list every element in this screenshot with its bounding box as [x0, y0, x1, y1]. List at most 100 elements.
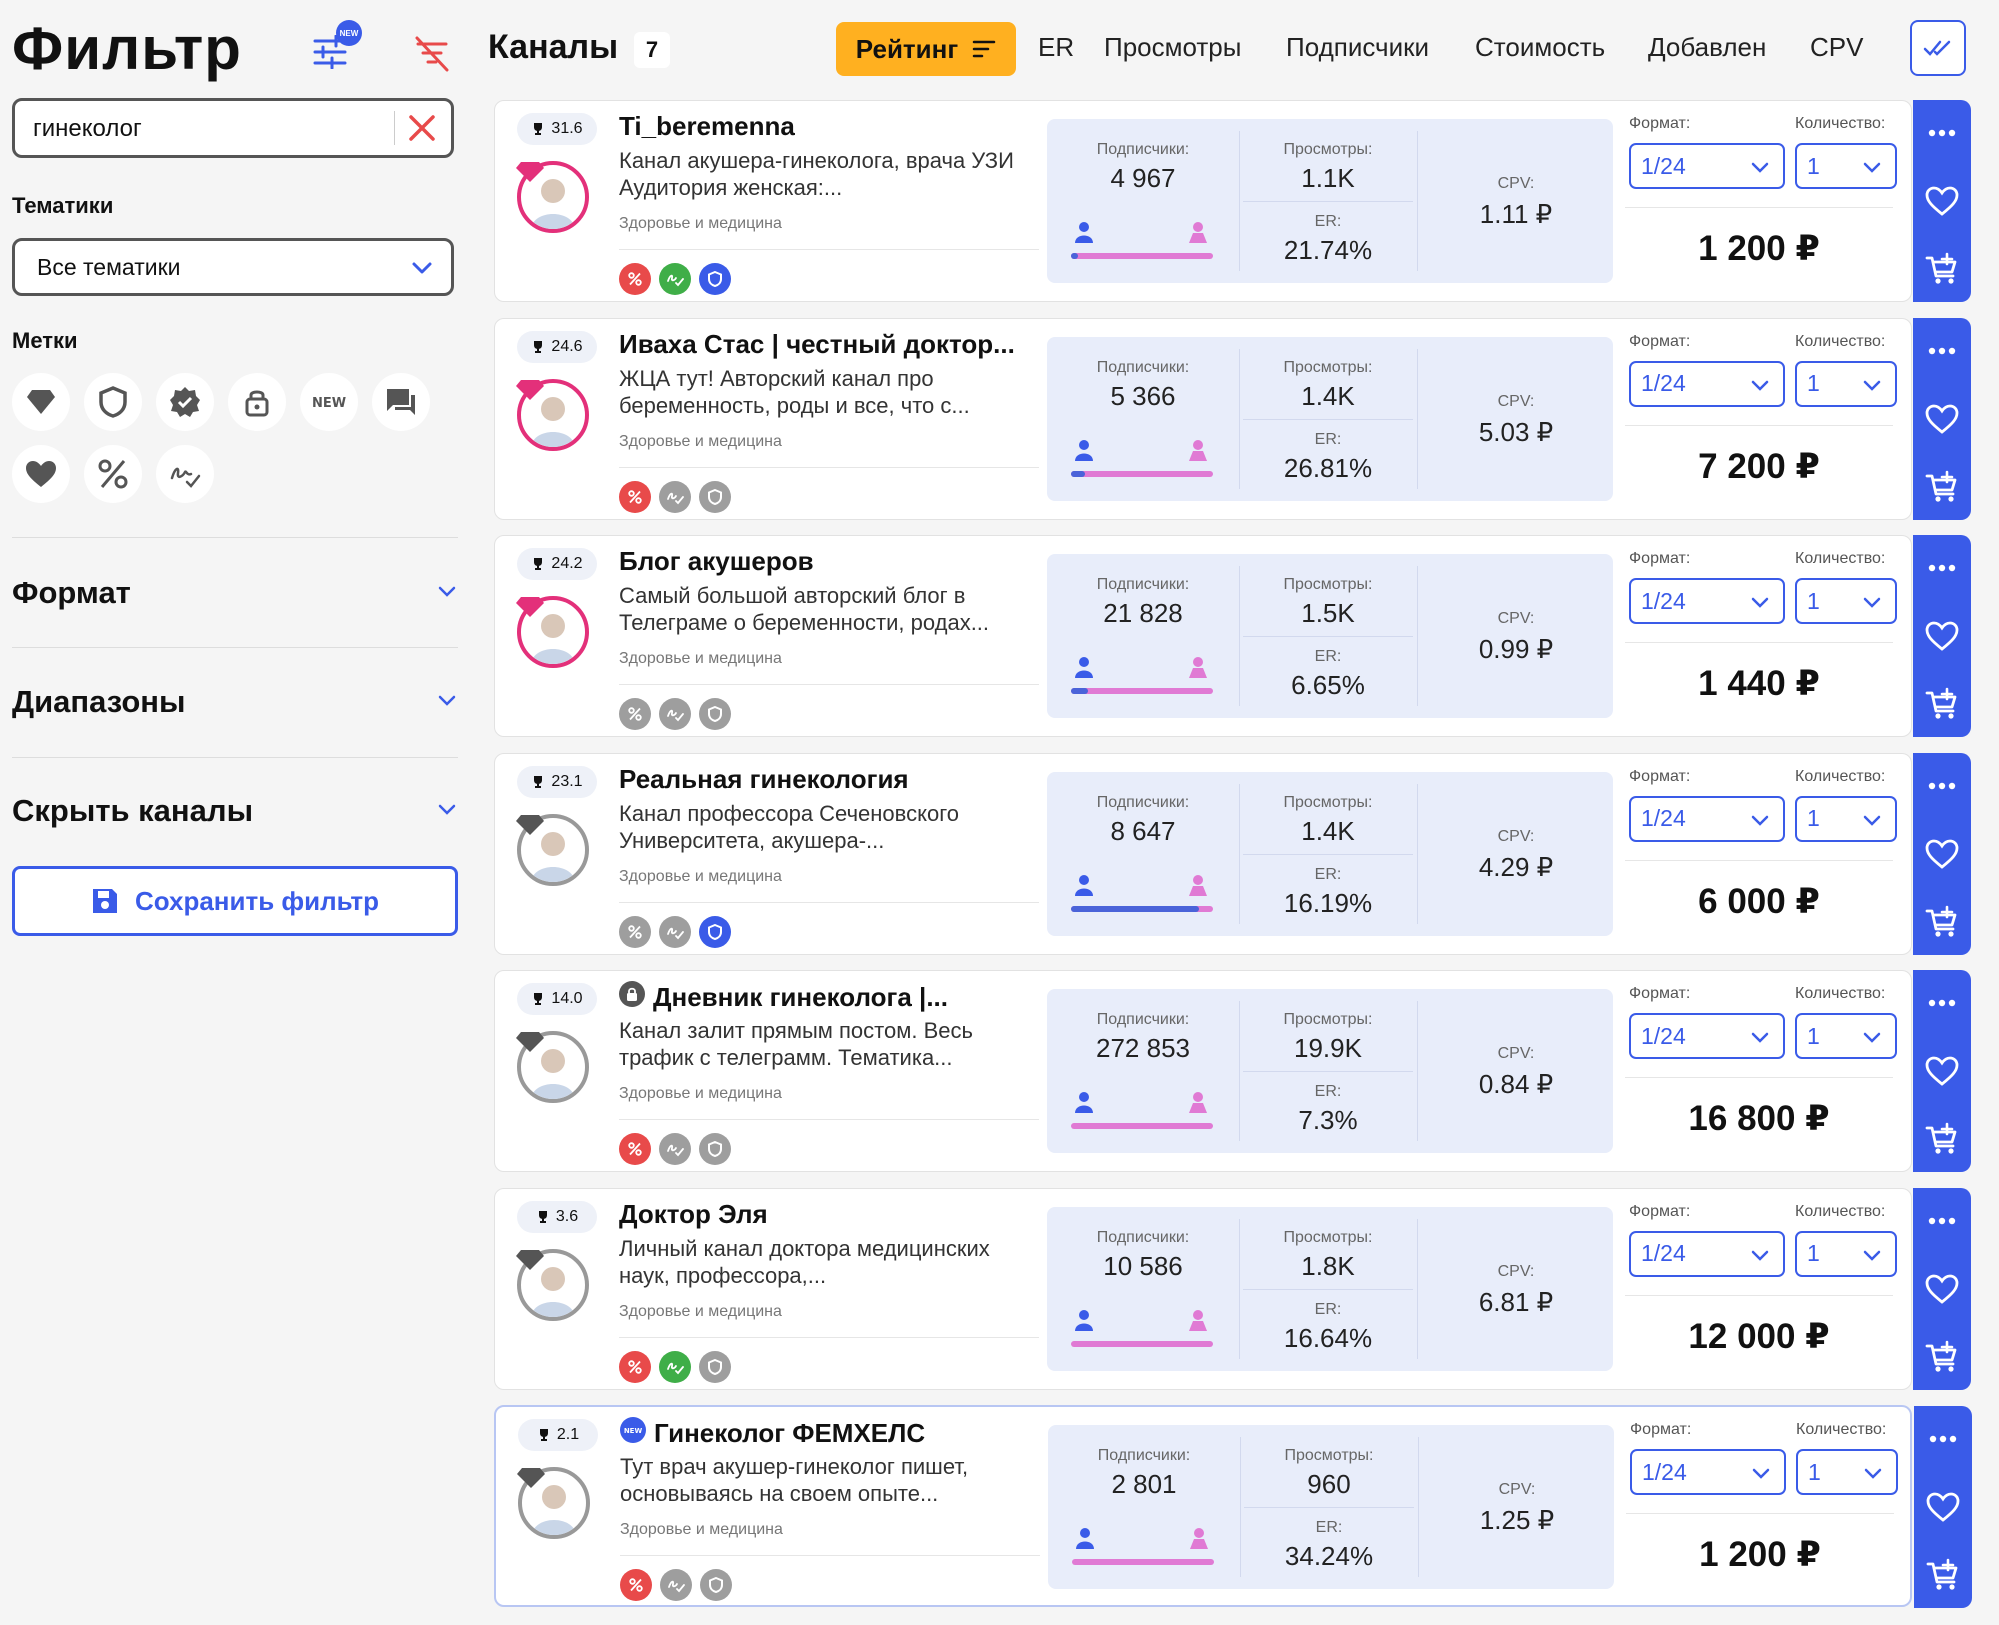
more-button[interactable]: [1913, 974, 1971, 1032]
sort-cpv-link[interactable]: CPV: [1810, 32, 1863, 63]
channel-name[interactable]: Реальная гинекология: [619, 764, 1034, 795]
mark-new-tag[interactable]: NEW: [300, 373, 358, 431]
channel-name[interactable]: Дневник гинеколога |...: [619, 981, 1034, 1014]
favorite-button[interactable]: [1913, 172, 1971, 230]
filter-settings-button[interactable]: NEW: [308, 20, 362, 74]
format-select[interactable]: 1/24: [1629, 360, 1785, 407]
add-to-cart-button[interactable]: [1913, 1110, 1971, 1168]
chevron-down-icon: [1751, 1032, 1769, 1043]
quantity-select[interactable]: 1: [1795, 360, 1897, 407]
add-to-cart-button[interactable]: [1913, 458, 1971, 516]
add-to-cart-button[interactable]: [1913, 240, 1971, 298]
add-to-cart-button[interactable]: [1913, 1328, 1971, 1386]
more-button[interactable]: [1913, 757, 1971, 815]
channel-topic: Здоровье и медицина: [619, 215, 782, 232]
channel-card[interactable]: 3.6 Доктор Эля Личный канал доктора меди…: [494, 1187, 1971, 1390]
rating-badge: 31.6: [517, 113, 597, 145]
heart-icon: [1925, 1056, 1959, 1086]
sort-er-link[interactable]: ER: [1038, 32, 1074, 63]
quantity-select[interactable]: 1: [1795, 1230, 1897, 1277]
favorite-button[interactable]: [1913, 825, 1971, 883]
quantity-select[interactable]: 1: [1795, 143, 1897, 189]
mark-liked-tag[interactable]: [12, 445, 70, 503]
more-button[interactable]: [1913, 1192, 1971, 1250]
format-select[interactable]: 1/24: [1629, 1230, 1785, 1277]
shield-mark-icon: [699, 263, 731, 295]
more-button[interactable]: [1913, 539, 1971, 597]
quantity-select[interactable]: 1: [1795, 578, 1897, 624]
mark-verified-tag[interactable]: [84, 373, 142, 431]
favorite-button[interactable]: [1914, 1478, 1972, 1536]
channel-name[interactable]: Доктор Эля: [619, 1199, 1034, 1230]
quantity-select[interactable]: 1: [1796, 1449, 1898, 1495]
channel-description: ЖЦА тут! Авторский канал про беременност…: [619, 365, 970, 418]
format-accordion[interactable]: Формат: [12, 575, 458, 611]
more-button[interactable]: [1913, 104, 1971, 162]
channel-card[interactable]: 31.6 Ti_beremenna Канал акушера-гинеколо…: [494, 100, 1971, 302]
cart-plus-icon: [1925, 905, 1957, 937]
channel-name[interactable]: NEW Гинеколог ФЕМХЕЛС: [620, 1417, 1035, 1450]
chat-icon: [387, 389, 415, 415]
sort-subscribers-link[interactable]: Подписчики: [1286, 32, 1429, 63]
topics-select[interactable]: Все тематики: [12, 238, 454, 296]
favorite-button[interactable]: [1913, 1260, 1971, 1318]
channel-name[interactable]: Блог акушеров: [619, 546, 1034, 577]
gender-bar: [1072, 1559, 1214, 1565]
signature-mark-icon: [659, 1133, 691, 1165]
male-icon: [1075, 874, 1093, 896]
mark-signed-tag[interactable]: [156, 445, 214, 503]
sort-cost-link[interactable]: Стоимость: [1475, 32, 1605, 63]
cart-plus-icon: [1925, 1340, 1957, 1372]
subscribers-label: Подписчики:: [1097, 1447, 1191, 1464]
channel-card[interactable]: 2.1 NEW Гинеколог ФЕМХЕЛС Тут врач акуше…: [494, 1405, 1972, 1608]
clear-filter-button[interactable]: [410, 32, 454, 76]
format-value: 1/24: [1641, 152, 1686, 179]
favorite-button[interactable]: [1913, 1042, 1971, 1100]
mark-private-tag[interactable]: [228, 373, 286, 431]
more-button[interactable]: [1914, 1410, 1972, 1468]
more-button[interactable]: [1913, 322, 1971, 380]
channel-card[interactable]: 14.0 Дневник гинеколога |... Канал залит…: [494, 970, 1971, 1172]
format-select[interactable]: 1/24: [1630, 1449, 1786, 1495]
card-actions: [1913, 317, 1971, 520]
search-input[interactable]: [31, 101, 395, 157]
mark-discount-tag[interactable]: [84, 445, 142, 503]
quantity-select[interactable]: 1: [1795, 795, 1897, 842]
quantity-value: 1: [1807, 370, 1820, 396]
sort-added-link[interactable]: Добавлен: [1648, 32, 1766, 63]
search-field[interactable]: [12, 98, 454, 158]
mark-chat-tag[interactable]: [372, 373, 430, 431]
male-icon: [1075, 1092, 1093, 1113]
quantity-select[interactable]: 1: [1795, 1013, 1897, 1059]
format-select[interactable]: 1/24: [1629, 578, 1785, 624]
save-filter-button[interactable]: Сохранить фильтр: [12, 866, 458, 936]
mark-favorite-tag[interactable]: [12, 373, 70, 431]
channel-card[interactable]: 23.1 Реальная гинекология Канал профессо…: [494, 752, 1971, 955]
sort-rating-button[interactable]: Рейтинг: [836, 22, 1016, 76]
format-value: 1/24: [1641, 1022, 1686, 1049]
format-select[interactable]: 1/24: [1629, 143, 1785, 189]
select-all-button[interactable]: [1910, 20, 1966, 76]
favorite-button[interactable]: [1913, 607, 1971, 665]
favorite-button[interactable]: [1913, 390, 1971, 448]
add-to-cart-button[interactable]: [1913, 893, 1971, 951]
channel-card[interactable]: 24.2 Блог акушеров Самый большой авторск…: [494, 535, 1971, 737]
channel-name[interactable]: Иваха Стас | честный доктор...: [619, 329, 1034, 360]
hide-channels-accordion[interactable]: Скрыть каналы: [12, 793, 458, 829]
mark-checked-tag[interactable]: [156, 373, 214, 431]
format-select[interactable]: 1/24: [1629, 795, 1785, 842]
ranges-accordion[interactable]: Диапазоны: [12, 684, 458, 720]
add-to-cart-button[interactable]: [1913, 675, 1971, 733]
stats-panel: Подписчики: 8 647 Просмотры: 1.4K ER: 16…: [1047, 771, 1613, 936]
channel-name-text: Иваха Стас | честный доктор...: [619, 328, 1015, 359]
card-actions: [1913, 752, 1971, 955]
clear-search-button[interactable]: [401, 107, 443, 149]
channel-name[interactable]: Ti_beremenna: [619, 111, 1034, 142]
format-select[interactable]: 1/24: [1629, 1013, 1785, 1059]
divider: [1625, 207, 1893, 208]
gender-bar-male-fill: [1071, 470, 1086, 477]
sort-views-link[interactable]: Просмотры: [1104, 32, 1241, 63]
channel-card[interactable]: 24.6 Иваха Стас | честный доктор... ЖЦА …: [494, 317, 1971, 520]
format-label: Формат:: [1629, 985, 1691, 1002]
add-to-cart-button[interactable]: [1914, 1546, 1972, 1604]
